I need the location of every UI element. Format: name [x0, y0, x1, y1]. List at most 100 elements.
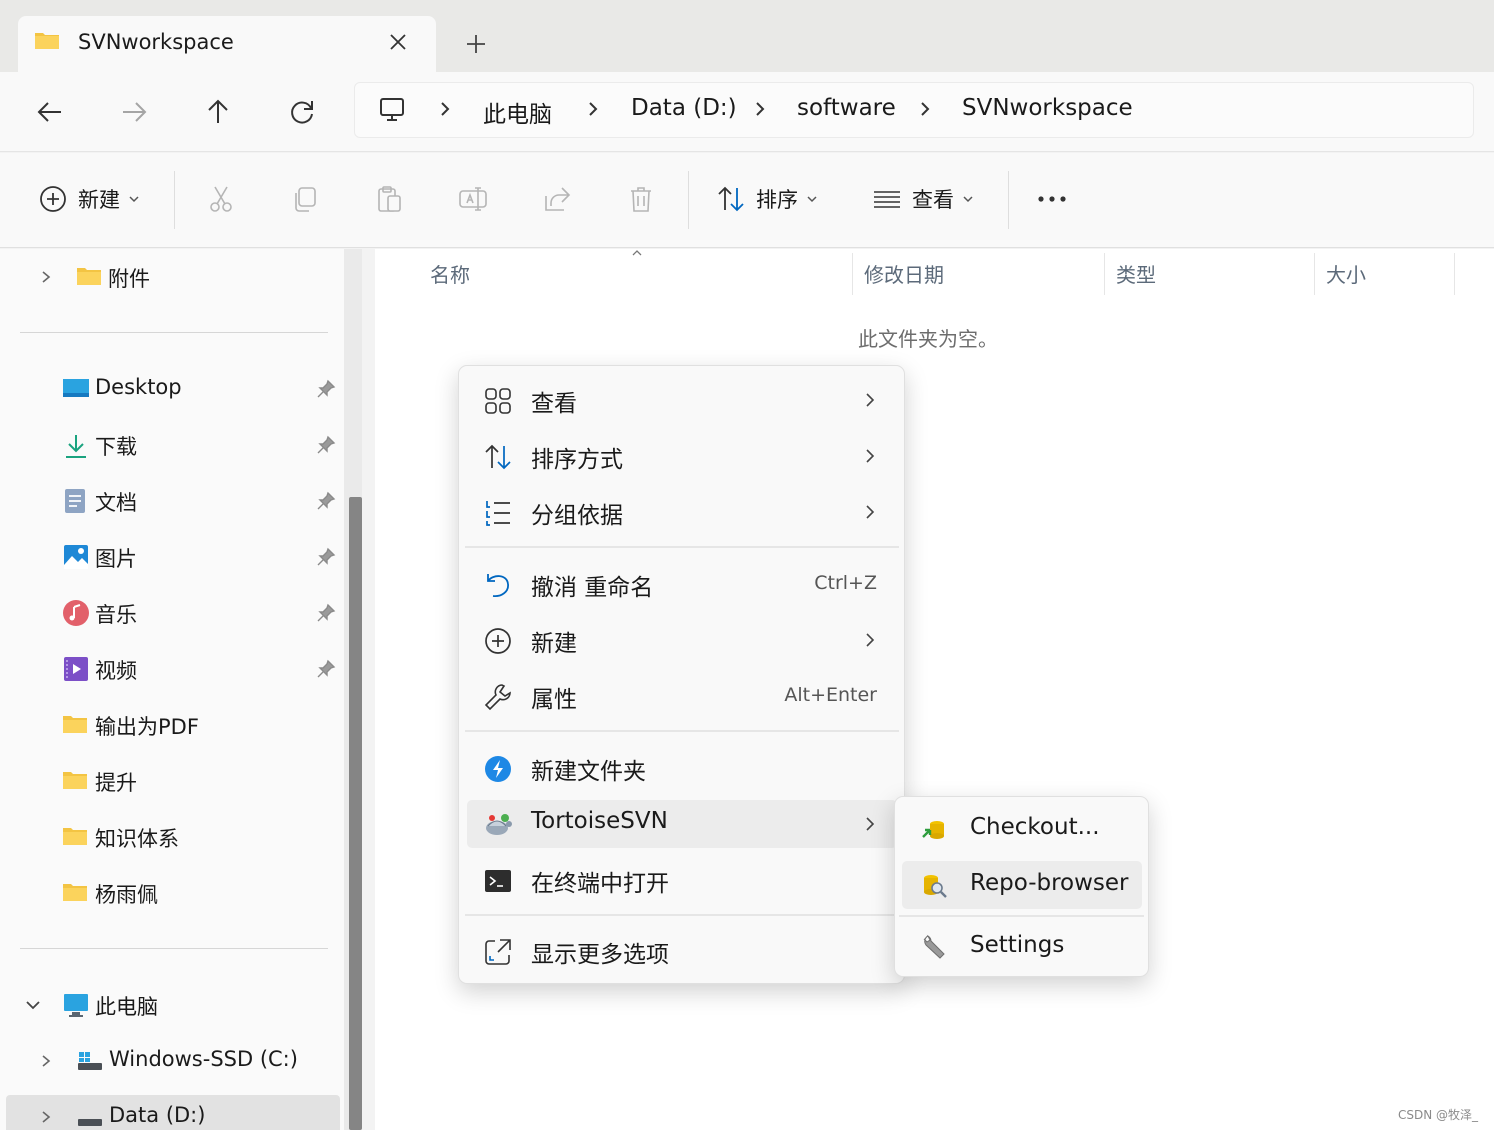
share-button[interactable] [542, 179, 572, 219]
arrow-up-icon [208, 99, 228, 123]
breadcrumb-data-drive[interactable]: Data (D:) [631, 95, 737, 121]
pin-icon[interactable] [316, 659, 336, 679]
refresh-button[interactable] [282, 92, 322, 132]
sidebar-item-knowledge[interactable]: 知识体系 [0, 815, 340, 859]
column-separator[interactable] [1314, 253, 1315, 295]
menu-item-repo-browser[interactable]: Repo-browser [902, 861, 1142, 909]
menu-item-checkout[interactable]: Checkout... [902, 805, 1142, 853]
new-tab-button[interactable] [458, 26, 494, 62]
sidebar-item-export-pdf[interactable]: 输出为PDF [0, 703, 340, 747]
sidebar-item-drive-d[interactable]: Data (D:) [6, 1095, 340, 1130]
tortoisesvn-submenu: Checkout... Repo-browser Settings [894, 796, 1149, 977]
column-separator[interactable] [1454, 253, 1455, 295]
menu-item-tortoisesvn[interactable]: TortoiseSVN [467, 800, 897, 848]
download-icon [66, 435, 86, 458]
sidebar-item-music[interactable]: 音乐 [0, 591, 340, 635]
chevron-down-icon[interactable] [24, 999, 42, 1011]
chevron-down-icon [807, 196, 817, 203]
tab-svnworkspace[interactable]: SVNworkspace [18, 16, 436, 72]
chevron-right-icon [866, 449, 875, 463]
pin-icon[interactable] [316, 435, 336, 455]
sort-ascending-icon [632, 250, 642, 256]
forward-button[interactable] [114, 92, 154, 132]
menu-item-sort-by[interactable]: 排序方式 [467, 432, 897, 480]
rename-button[interactable] [458, 179, 488, 219]
menu-item-new-folder[interactable]: 新建文件夹 [467, 744, 897, 792]
settings-wrench-icon [923, 934, 945, 959]
column-type[interactable]: 类型 [1116, 259, 1156, 288]
sidebar-item-attachments[interactable]: 附件 [0, 255, 340, 299]
column-separator[interactable] [852, 253, 853, 295]
folder-icon [63, 716, 87, 733]
chevron-right-icon [589, 102, 598, 116]
refresh-icon [291, 101, 313, 124]
pin-icon[interactable] [316, 603, 336, 623]
sidebar-scrollbar-thumb[interactable] [349, 497, 362, 1130]
sidebar-item-label: 下载 [95, 435, 137, 459]
address-bar[interactable]: 此电脑 Data (D:) software SVNworkspace [354, 82, 1474, 138]
command-bar: 新建 排序 查看 [0, 153, 1494, 248]
sidebar-item-pictures[interactable]: 图片 [0, 535, 340, 579]
chevron-right-icon[interactable] [40, 269, 52, 285]
close-tab-button[interactable] [384, 28, 412, 56]
menu-item-label: 查看 [531, 391, 577, 417]
chevron-right-icon[interactable] [40, 1053, 52, 1069]
menu-item-undo-rename[interactable]: 撤消 重命名 Ctrl+Z [467, 560, 897, 608]
more-options-icon [485, 939, 511, 965]
close-icon [390, 34, 406, 50]
menu-item-label: 排序方式 [531, 447, 623, 473]
scissors-icon [210, 186, 232, 212]
navigation-bar: 此电脑 Data (D:) software SVNworkspace [0, 72, 1494, 152]
pin-icon[interactable] [316, 379, 336, 399]
folder-icon [35, 33, 59, 49]
menu-divider [465, 546, 899, 548]
delete-button[interactable] [626, 179, 656, 219]
computer-icon [380, 98, 404, 121]
column-separator[interactable] [1104, 253, 1105, 295]
up-button[interactable] [198, 92, 238, 132]
menu-item-open-terminal[interactable]: 在终端中打开 [467, 856, 897, 904]
sidebar-item-label: 图片 [95, 547, 137, 571]
new-button[interactable]: 新建 [38, 179, 140, 219]
pin-icon[interactable] [316, 547, 336, 567]
column-date-modified[interactable]: 修改日期 [864, 259, 944, 288]
menu-item-group-by[interactable]: 分组依据 [467, 488, 897, 536]
breadcrumb-this-pc[interactable]: 此电脑 [483, 95, 552, 129]
chevron-right-icon[interactable] [40, 1109, 52, 1125]
column-name[interactable]: 名称 [430, 259, 470, 288]
menu-item-view[interactable]: 查看 [467, 376, 897, 424]
repo-browser-icon [924, 875, 947, 898]
sidebar-item-drive-c[interactable]: Windows-SSD (C:) [0, 1039, 340, 1083]
chevron-down-icon [963, 196, 973, 203]
back-button[interactable] [30, 92, 70, 132]
new-button-label: 新建 [78, 188, 120, 212]
menu-item-properties[interactable]: 属性 Alt+Enter [467, 672, 897, 720]
sort-button-label: 排序 [756, 188, 798, 212]
menu-item-settings[interactable]: Settings [902, 923, 1142, 971]
breadcrumb-svnworkspace[interactable]: SVNworkspace [962, 95, 1133, 121]
more-dots-icon [1038, 196, 1066, 202]
more-button[interactable] [1036, 179, 1068, 219]
sidebar-item-label: Windows-SSD (C:) [109, 1047, 298, 1071]
view-button[interactable]: 查看 [872, 179, 974, 219]
breadcrumb-software[interactable]: software [797, 95, 896, 121]
paste-button[interactable] [374, 179, 404, 219]
copy-icon [295, 187, 316, 212]
sidebar-item-yang[interactable]: 杨雨佩 [0, 871, 340, 915]
sidebar-item-downloads[interactable]: 下载 [0, 423, 340, 467]
pin-icon[interactable] [316, 491, 336, 511]
copy-button[interactable] [290, 179, 320, 219]
menu-item-new[interactable]: 新建 [467, 616, 897, 664]
sidebar-item-documents[interactable]: 文档 [0, 479, 340, 523]
cut-button[interactable] [206, 179, 236, 219]
sidebar-item-desktop[interactable]: Desktop [0, 367, 340, 411]
sidebar-item-videos[interactable]: 视频 [0, 647, 340, 691]
sidebar-item-improve[interactable]: 提升 [0, 759, 340, 803]
context-menu: 查看 排序方式 分组依据 撤消 重命名 Ctrl+Z 新建 属性 Alt+Ent… [458, 365, 905, 984]
column-size[interactable]: 大小 [1326, 259, 1366, 288]
sort-button[interactable]: 排序 [716, 179, 818, 219]
menu-item-label: 新建 [531, 631, 577, 657]
sidebar-item-label: 音乐 [95, 603, 137, 627]
sidebar-item-this-pc[interactable]: 此电脑 [0, 983, 340, 1027]
menu-item-show-more-options[interactable]: 显示更多选项 [467, 927, 897, 975]
